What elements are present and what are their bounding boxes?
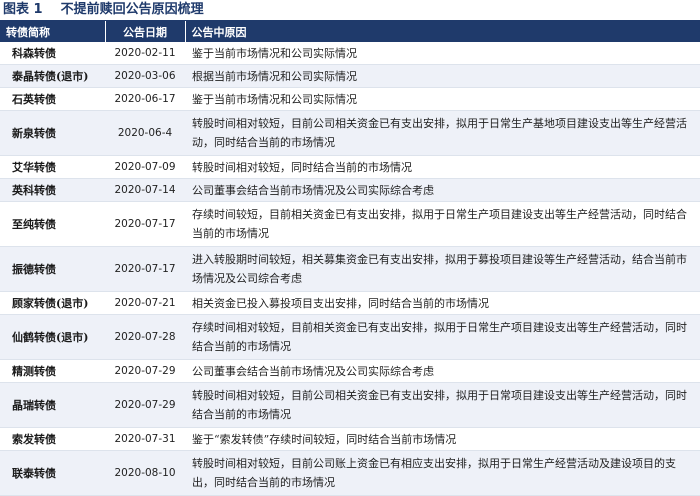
date-cell: 2020-07-17 (105, 201, 185, 247)
table-row: 科森转债 2020-02-11 鉴于当前市场情况和公司实际情况 (0, 42, 700, 65)
table-row: 石英转债 2020-06-17 鉴于当前市场情况和公司实际情况 (0, 87, 700, 111)
bond-name-cell: 英科转债 (0, 178, 105, 202)
bond-name-cell: 索发转债 (0, 427, 105, 451)
date-cell: 2020-08-10 (105, 450, 185, 496)
table-row: 泰晶转债(退市) 2020-03-06 根据当前市场情况和公司实际情况 (0, 64, 700, 88)
table-row: 英科转债 2020-07-14 公司董事会结合当前市场情况及公司实际综合考虑 (0, 178, 700, 202)
date-cell: 2020-07-17 (105, 246, 185, 292)
table-row: 仙鹤转债(退市) 2020-07-28 存续时间相对较短，目前相关资金已有支出安… (0, 314, 700, 360)
bond-name-cell: 艾华转债 (0, 155, 105, 179)
reason-cell: 根据当前市场情况和公司实际情况 (185, 64, 700, 88)
reason-cell: 鉴于当前市场情况和公司实际情况 (185, 87, 700, 111)
date-cell: 2020-02-11 (105, 42, 185, 65)
bond-name-cell: 新泉转债 (0, 110, 105, 156)
figure-caption: 不提前赎回公告原因梳理 (60, 2, 204, 17)
reason-cell: 进入转股期时间较短，相关募集资金已有支出安排，拟用于募投项目建设等生产经营活动，… (185, 246, 700, 292)
table-row: 新泉转债 2020-06-4 转股时间相对较短，目前公司相关资金已有支出安排，拟… (0, 110, 700, 156)
table-row: 至纯转债 2020-07-17 存续时间较短，目前相关资金已有支出安排，拟用于日… (0, 201, 700, 247)
date-cell: 2020-07-28 (105, 314, 185, 360)
reason-cell: 转股时间相对较短，目前公司相关资金已有支出安排，拟用于日常生产基地项目建设支出等… (185, 110, 700, 156)
bond-name-cell: 仙鹤转债(退市) (0, 314, 105, 360)
reason-cell: 存续时间较短，目前相关资金已有支出安排，拟用于日常生产项目建设支出等生产经营活动… (185, 201, 700, 247)
bond-name-cell: 精测转债 (0, 359, 105, 383)
table-header-row: 转债简称 公告日期 公告中原因 (0, 21, 700, 42)
date-cell: 2020-03-06 (105, 64, 185, 88)
table-row: 精测转债 2020-07-29 公司董事会结合当前市场情况及公司实际综合考虑 (0, 359, 700, 383)
reason-cell: 鉴于“索发转债”存续时间较短，同时结合当前市场情况 (185, 427, 700, 451)
date-cell: 2020-06-17 (105, 87, 185, 111)
date-cell: 2020-07-09 (105, 155, 185, 179)
date-cell: 2020-06-4 (105, 110, 185, 156)
date-cell: 2020-07-29 (105, 382, 185, 428)
bond-name-cell: 泰晶转债(退市) (0, 64, 105, 88)
reason-cell: 转股时间相对较短，目前公司账上资金已有相应支出安排，拟用于日常生产经营活动及建设… (185, 450, 700, 496)
table-row: 索发转债 2020-07-31 鉴于“索发转债”存续时间较短，同时结合当前市场情… (0, 427, 700, 451)
date-cell: 2020-07-14 (105, 178, 185, 202)
table-row: 晶瑞转债 2020-07-29 转股时间相对较短，目前公司相关资金已有支出安排，… (0, 382, 700, 428)
table-row: 振德转债 2020-07-17 进入转股期时间较短，相关募集资金已有支出安排，拟… (0, 246, 700, 292)
bond-name-cell: 科森转债 (0, 42, 105, 65)
date-cell: 2020-07-21 (105, 291, 185, 315)
reason-cell: 转股时间相对较短，同时结合当前的市场情况 (185, 155, 700, 179)
bond-name-cell: 晶瑞转债 (0, 382, 105, 428)
header-reason: 公告中原因 (184, 21, 700, 42)
bond-name-cell: 振德转债 (0, 246, 105, 292)
figure-title: 图表 1 不提前赎回公告原因梳理 (0, 0, 700, 21)
figure-label: 图表 1 (3, 2, 43, 17)
reason-cell: 公司董事会结合当前市场情况及公司实际综合考虑 (185, 178, 700, 202)
table-row: 艾华转债 2020-07-09 转股时间相对较短，同时结合当前的市场情况 (0, 155, 700, 179)
reason-cell: 转股时间相对较短，目前公司相关资金已有支出安排，拟用于日常项目建设支出等生产经营… (185, 382, 700, 428)
header-bond-name: 转债简称 (0, 21, 105, 42)
bond-name-cell: 石英转债 (0, 87, 105, 111)
bond-name-cell: 至纯转债 (0, 201, 105, 247)
date-cell: 2020-07-29 (105, 359, 185, 383)
table-row: 顾家转债(退市) 2020-07-21 相关资金已投入募投项目支出安排，同时结合… (0, 291, 700, 315)
header-announce-date: 公告日期 (104, 21, 185, 42)
table-row: 联泰转债 2020-08-10 转股时间相对较短，目前公司账上资金已有相应支出安… (0, 450, 700, 496)
reason-cell: 鉴于当前市场情况和公司实际情况 (185, 42, 700, 65)
reason-cell: 公司董事会结合当前市场情况及公司实际综合考虑 (185, 359, 700, 383)
bond-name-cell: 联泰转债 (0, 450, 105, 496)
date-cell: 2020-07-31 (105, 427, 185, 451)
reason-cell: 相关资金已投入募投项目支出安排，同时结合当前的市场情况 (185, 291, 700, 315)
reasons-table: 转债简称 公告日期 公告中原因 科森转债 2020-02-11 鉴于当前市场情况… (0, 21, 700, 496)
bond-name-cell: 顾家转债(退市) (0, 291, 105, 315)
reason-cell: 存续时间相对较短，目前相关资金已有支出安排，拟用于日常生产项目建设支出等生产经营… (185, 314, 700, 360)
